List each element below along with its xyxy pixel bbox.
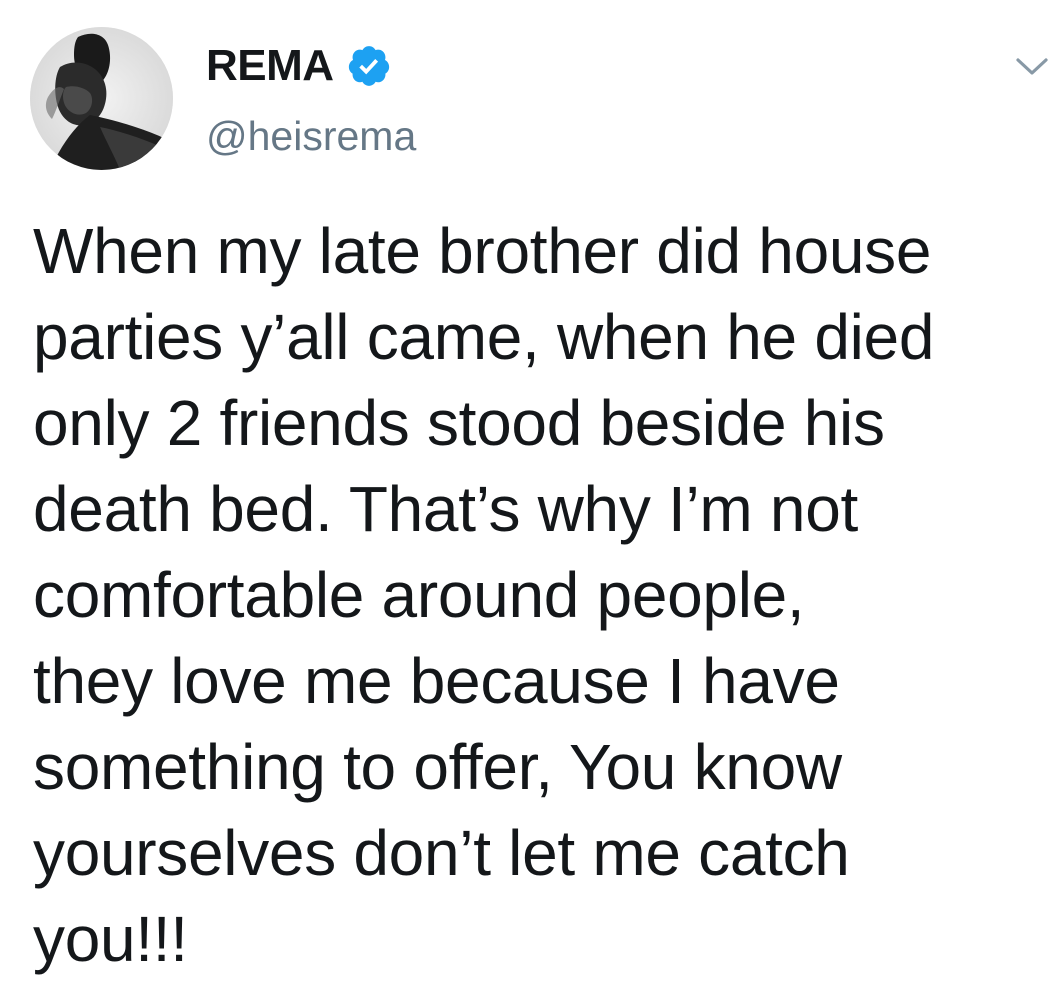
tweet-card: REMA @heisrema When my late brother did … bbox=[0, 0, 1063, 1007]
tweet-text-line: comfortable around people, bbox=[33, 559, 805, 631]
tweet-text-line: parties y’all came, when he died bbox=[33, 301, 935, 373]
avatar[interactable] bbox=[30, 27, 173, 170]
tweet-text-line: something to offer, You know bbox=[33, 731, 842, 803]
chevron-down-icon[interactable] bbox=[1012, 52, 1052, 80]
tweet-text-line: only 2 friends stood beside his bbox=[33, 387, 885, 459]
display-name[interactable]: REMA bbox=[206, 38, 334, 94]
verified-badge-icon bbox=[346, 43, 392, 89]
tweet-text-line: you!!! bbox=[33, 903, 188, 975]
tweet-text-line: they love me because I have bbox=[33, 645, 840, 717]
avatar-image bbox=[30, 27, 173, 170]
tweet-text-line: yourselves don’t let me catch bbox=[33, 817, 850, 889]
tweet-text: When my late brother did house parties y… bbox=[33, 208, 1043, 982]
author-handle[interactable]: @heisrema bbox=[206, 110, 416, 162]
author-name-row: REMA bbox=[206, 38, 392, 94]
tweet-text-line: death bed. That’s why I’m not bbox=[33, 473, 858, 545]
tweet-text-line: When my late brother did house bbox=[33, 215, 932, 287]
